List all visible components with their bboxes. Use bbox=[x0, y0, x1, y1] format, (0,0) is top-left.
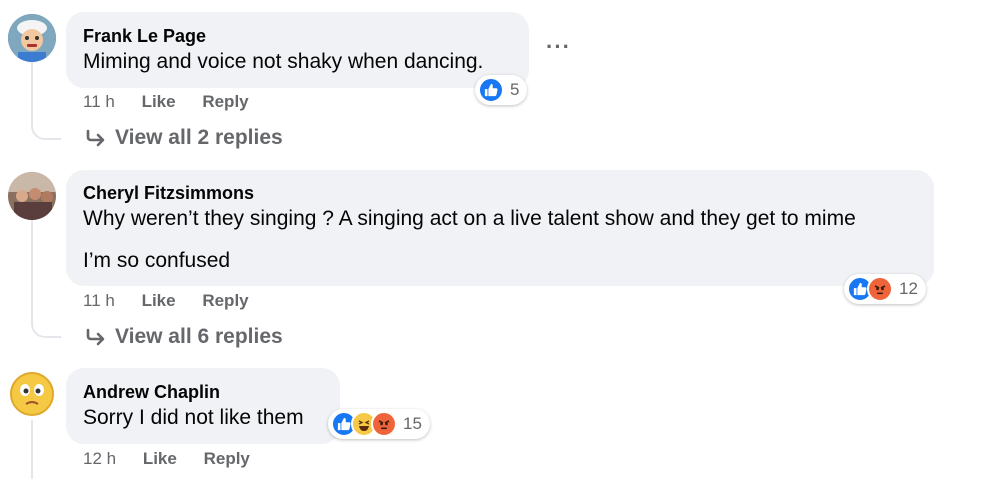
comment-timestamp[interactable]: 11 h bbox=[83, 92, 115, 111]
like-reaction-icon bbox=[478, 77, 504, 103]
comment-text-line: I’m so confused bbox=[83, 249, 231, 272]
comment-meta: 12 h Like Reply bbox=[83, 449, 250, 469]
reply-connector bbox=[31, 310, 61, 338]
like-button[interactable]: Like bbox=[142, 92, 176, 111]
reply-arrow-icon bbox=[86, 129, 105, 147]
like-button[interactable]: Like bbox=[143, 449, 177, 468]
thread-line bbox=[31, 220, 33, 312]
reaction-count: 12 bbox=[899, 279, 918, 298]
avatar[interactable] bbox=[8, 172, 56, 220]
reaction-count: 5 bbox=[510, 80, 520, 99]
avatar-image bbox=[8, 172, 56, 220]
comment-meta: 11 h Like Reply bbox=[83, 92, 249, 112]
reply-button[interactable]: Reply bbox=[204, 449, 250, 468]
comment-text: Sorry I did not like them bbox=[83, 406, 304, 429]
reaction-count: 15 bbox=[403, 414, 422, 433]
view-replies-label: View all 6 replies bbox=[115, 325, 283, 348]
reply-arrow-icon bbox=[86, 328, 105, 346]
reply-button[interactable]: Reply bbox=[202, 92, 248, 111]
view-replies-label: View all 2 replies bbox=[115, 126, 283, 149]
comment-author[interactable]: Andrew Chaplin bbox=[83, 382, 220, 403]
angry-reaction-icon bbox=[867, 276, 893, 302]
comment-meta: 11 h Like Reply bbox=[83, 291, 249, 311]
reaction-summary[interactable]: 15 bbox=[328, 409, 430, 439]
thread-line bbox=[31, 62, 33, 114]
comment-timestamp[interactable]: 11 h bbox=[83, 291, 115, 310]
avatar-image bbox=[8, 370, 56, 418]
comment-author[interactable]: Cheryl Fitzsimmons bbox=[83, 183, 254, 204]
reaction-summary[interactable]: 12 bbox=[844, 274, 926, 304]
like-button[interactable]: Like bbox=[142, 291, 176, 310]
avatar-image bbox=[8, 14, 56, 62]
angry-reaction-icon bbox=[371, 411, 397, 437]
more-options-icon[interactable]: ··· bbox=[546, 34, 571, 60]
reaction-summary[interactable]: 5 bbox=[475, 75, 528, 105]
avatar[interactable] bbox=[8, 14, 56, 62]
reply-button[interactable]: Reply bbox=[202, 291, 248, 310]
comment-text-line: Why weren’t they singing ? A singing act… bbox=[83, 207, 856, 230]
comment-text: Miming and voice not shaky when dancing. bbox=[83, 50, 484, 73]
view-replies-link[interactable]: View all 2 replies bbox=[85, 126, 283, 150]
view-replies-link[interactable]: View all 6 replies bbox=[85, 325, 283, 349]
comment-author[interactable]: Frank Le Page bbox=[83, 26, 206, 47]
avatar[interactable] bbox=[8, 370, 56, 418]
thread-line bbox=[31, 420, 33, 479]
comment-timestamp[interactable]: 12 h bbox=[83, 449, 116, 468]
reply-connector bbox=[31, 112, 61, 140]
